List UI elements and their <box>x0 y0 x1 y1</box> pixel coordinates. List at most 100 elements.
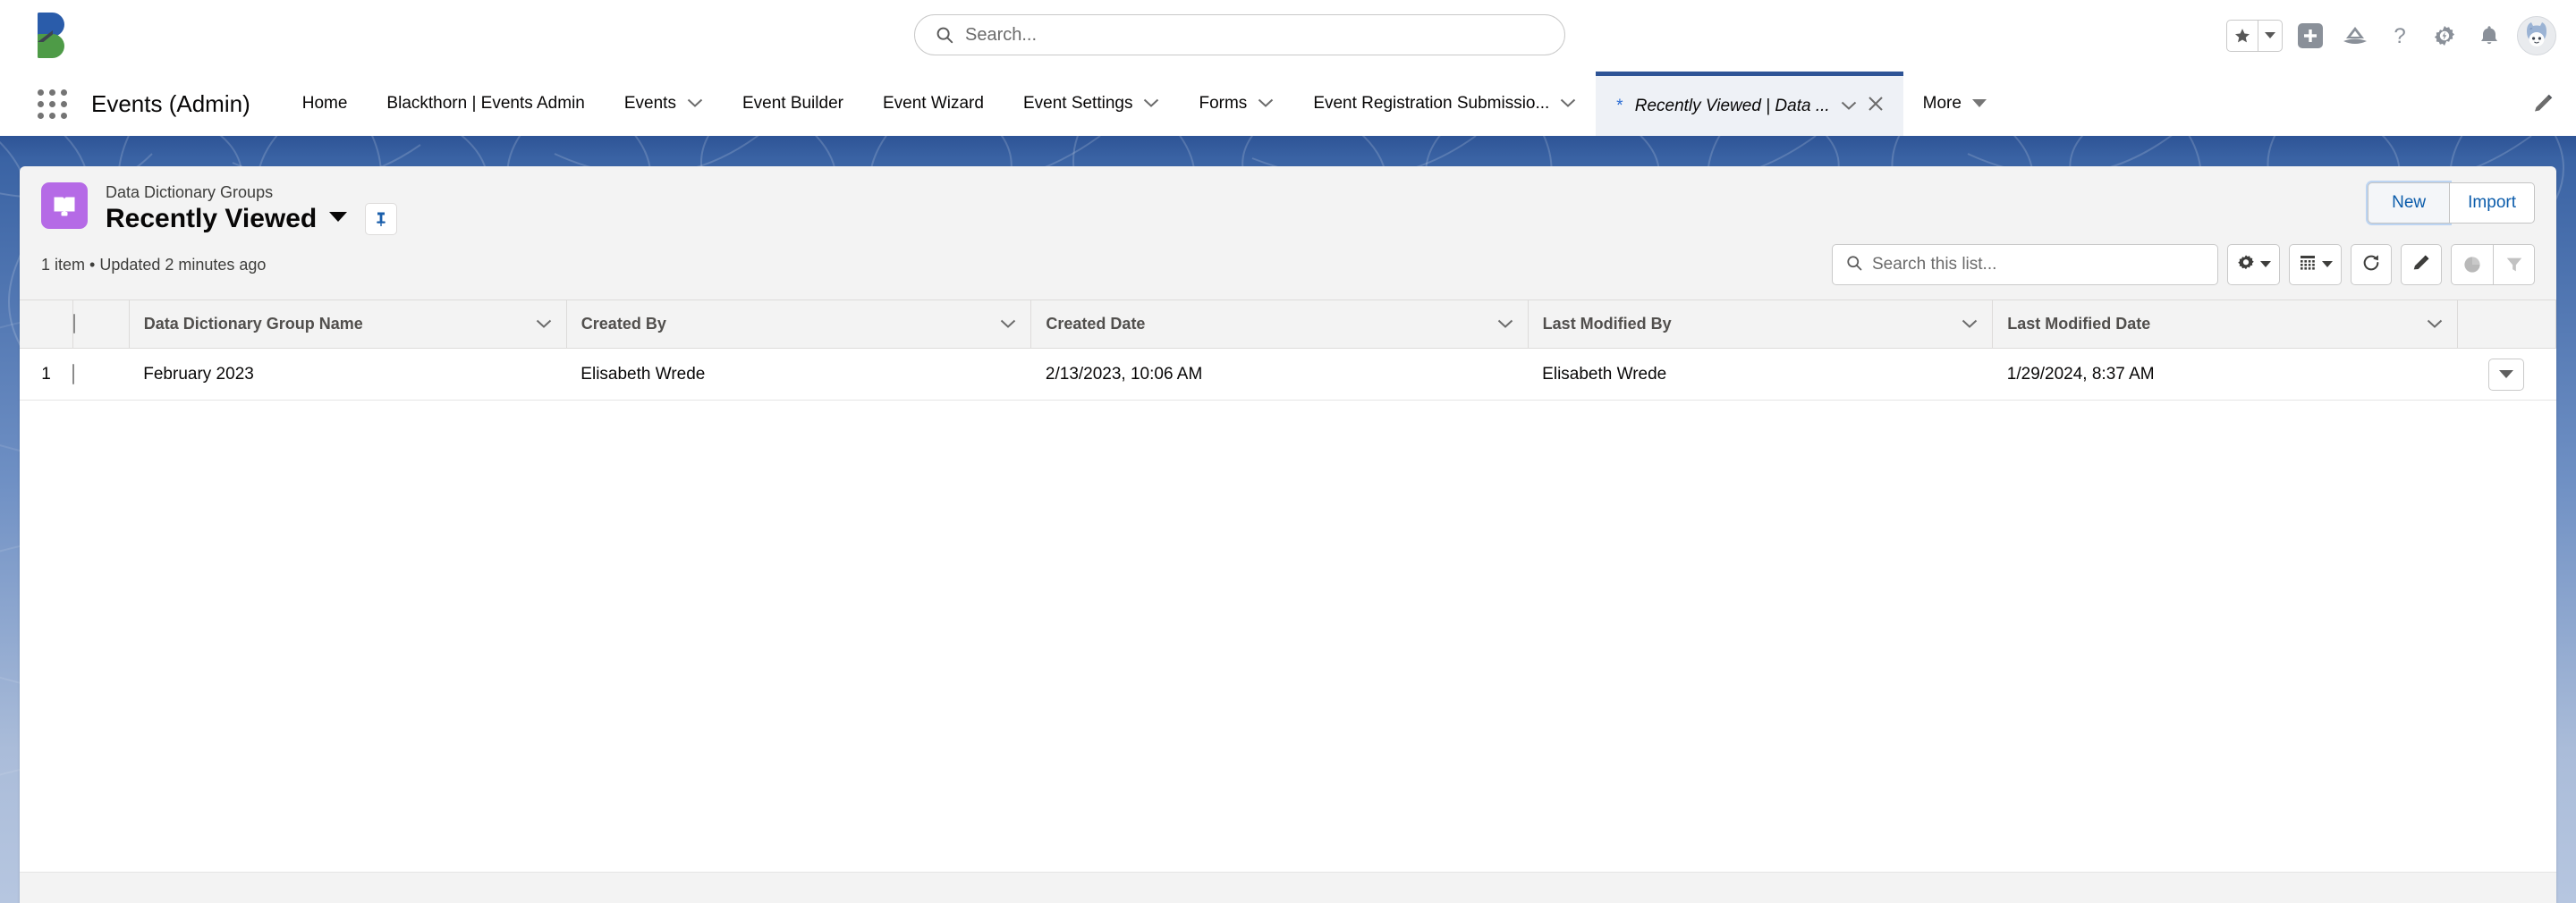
chevron-down-icon <box>687 94 703 114</box>
chevron-down-icon[interactable] <box>1841 97 1857 116</box>
row-actions-button[interactable] <box>2488 358 2525 391</box>
chart-filter-group <box>2451 244 2535 285</box>
search-icon <box>1845 254 1863 276</box>
pencil-icon <box>2535 94 2553 112</box>
refresh-icon <box>2361 253 2381 277</box>
global-add-button[interactable] <box>2293 19 2327 53</box>
plus-icon <box>2298 23 2323 48</box>
row-select-cell[interactable] <box>72 348 130 401</box>
nav-item-label: Event Settings <box>1022 94 1133 113</box>
notifications-button[interactable] <box>2472 19 2506 53</box>
pin-list-view-button[interactable] <box>365 203 398 235</box>
nav-item-event-wizard[interactable]: Event Wizard <box>863 72 1004 136</box>
row-checkbox[interactable] <box>72 363 75 384</box>
cell-created-by-link[interactable]: Elisabeth Wrede <box>566 348 1031 401</box>
favorites-group[interactable] <box>2226 20 2283 52</box>
cell-last-modified-by-link[interactable]: Elisabeth Wrede <box>1528 348 1993 401</box>
refresh-button[interactable] <box>2351 244 2392 285</box>
row-actions-cell[interactable] <box>2457 348 2556 401</box>
chevron-down-icon[interactable] <box>1000 315 1016 333</box>
nav-item-label: Event Wizard <box>882 94 984 113</box>
row-number: 1 <box>20 348 73 401</box>
question-icon: ? <box>2394 24 2405 48</box>
nav-item-forms[interactable]: Forms <box>1179 72 1293 136</box>
table-row[interactable]: 1 February 2023 Elisabeth Wrede 2/13/202… <box>20 348 2556 401</box>
column-header-created-by[interactable]: Created By <box>566 300 1032 349</box>
chevron-down-icon[interactable] <box>1962 315 1978 333</box>
edit-list-button[interactable] <box>2401 244 2442 285</box>
column-header-label: Created By <box>580 315 666 333</box>
select-all-checkbox[interactable] <box>72 314 75 333</box>
button-group: New Import <box>2368 182 2535 224</box>
nav-item-home[interactable]: Home <box>283 72 368 136</box>
list-view-identity: Data Dictionary Groups Recently Viewed <box>41 182 398 235</box>
table-empty-area <box>20 401 2556 873</box>
column-header-last-modified-date[interactable]: Last Modified Date <box>1992 300 2458 349</box>
import-button[interactable]: Import <box>2450 182 2535 224</box>
table-icon <box>2298 253 2318 277</box>
list-view-tools: Search this list... <box>1832 244 2535 285</box>
chevron-down-icon[interactable] <box>1497 315 1513 333</box>
favorites-dropdown-button[interactable] <box>2258 21 2282 51</box>
list-view-selector-caret[interactable] <box>329 211 348 227</box>
table-body: 1 February 2023 Elisabeth Wrede 2/13/202… <box>20 348 2556 401</box>
column-header-name[interactable]: Data Dictionary Group Name <box>129 300 567 349</box>
display-as-button[interactable] <box>2289 244 2342 285</box>
tab-label: Recently Viewed | Data ... <box>1634 96 1830 115</box>
nav-item-blackthorn-events-admin[interactable]: Blackthorn | Events Admin <box>367 72 604 136</box>
cell-name-link[interactable]: February 2023 <box>129 348 567 401</box>
column-header-label: Last Modified Date <box>2007 315 2151 333</box>
nav-item-event-builder[interactable]: Event Builder <box>723 72 863 136</box>
row-number-header <box>20 300 73 349</box>
cell-created-date: 2/13/2023, 10:06 AM <box>1030 348 1529 401</box>
user-avatar[interactable] <box>2517 16 2556 55</box>
global-search-placeholder: Search... <box>965 24 1038 45</box>
chart-icon <box>2464 257 2480 273</box>
app-launcher-icon <box>37 89 67 119</box>
global-search-box[interactable]: Search... <box>914 14 1565 55</box>
setup-button[interactable] <box>2428 19 2462 53</box>
search-input-placeholder: Search this list... <box>1872 255 1997 274</box>
filter-icon <box>2506 257 2521 272</box>
column-header-created-date[interactable]: Created Date <box>1030 300 1529 349</box>
new-button[interactable]: New <box>2368 182 2451 224</box>
nav-item-events[interactable]: Events <box>605 72 723 136</box>
blackthorn-logo[interactable] <box>32 11 82 61</box>
search-input[interactable]: Search this list... <box>1832 244 2218 285</box>
chevron-down-icon[interactable] <box>2427 315 2443 333</box>
salesforce-app-icon[interactable] <box>2338 19 2372 53</box>
nav-item-label: Forms <box>1199 94 1248 113</box>
filters-button[interactable] <box>2493 245 2534 284</box>
column-header-label: Created Date <box>1046 315 1146 333</box>
app-launcher-button[interactable] <box>32 72 72 136</box>
cell-last-modified-date: 1/29/2024, 8:37 AM <box>1992 348 2458 401</box>
chevron-down-icon[interactable] <box>536 315 552 333</box>
list-view-controls-button[interactable] <box>2227 244 2280 285</box>
select-all-header[interactable] <box>72 300 130 349</box>
global-header-actions: ? <box>2226 0 2556 72</box>
row-actions-header <box>2457 300 2556 349</box>
list-view-primary-actions: New Import <box>2368 182 2535 224</box>
global-search-container[interactable]: Search... <box>914 14 1565 55</box>
nav-item-label: Events <box>623 94 676 113</box>
pencil-icon <box>2411 253 2431 277</box>
chevron-down-icon <box>1143 94 1159 114</box>
list-view-title-row: Recently Viewed <box>106 203 398 235</box>
favorites-star-button[interactable] <box>2227 21 2258 51</box>
edit-navigation-button[interactable] <box>2512 72 2576 136</box>
unsaved-indicator: * <box>1615 96 1623 115</box>
list-view-titles: Data Dictionary Groups Recently Viewed <box>106 182 398 235</box>
nav-item-label: Blackthorn | Events Admin <box>386 94 585 113</box>
close-icon[interactable] <box>1868 96 1884 117</box>
charts-button[interactable] <box>2452 245 2493 284</box>
gear-lightning-icon <box>2434 26 2455 46</box>
list-view-subheader: 1 item • Updated 2 minutes ago Search th… <box>20 235 2556 285</box>
tab-recently-viewed-data-dictionary-groups[interactable]: * Recently Viewed | Data ... <box>1596 72 1903 136</box>
mountain-icon <box>2343 27 2367 44</box>
column-header-last-modified-by[interactable]: Last Modified By <box>1528 300 1994 349</box>
nav-item-event-settings[interactable]: Event Settings <box>1004 72 1180 136</box>
help-button[interactable]: ? <box>2383 19 2417 53</box>
caret-down-icon <box>2260 257 2271 273</box>
list-view-header: Data Dictionary Groups Recently Viewed N… <box>20 166 2556 235</box>
